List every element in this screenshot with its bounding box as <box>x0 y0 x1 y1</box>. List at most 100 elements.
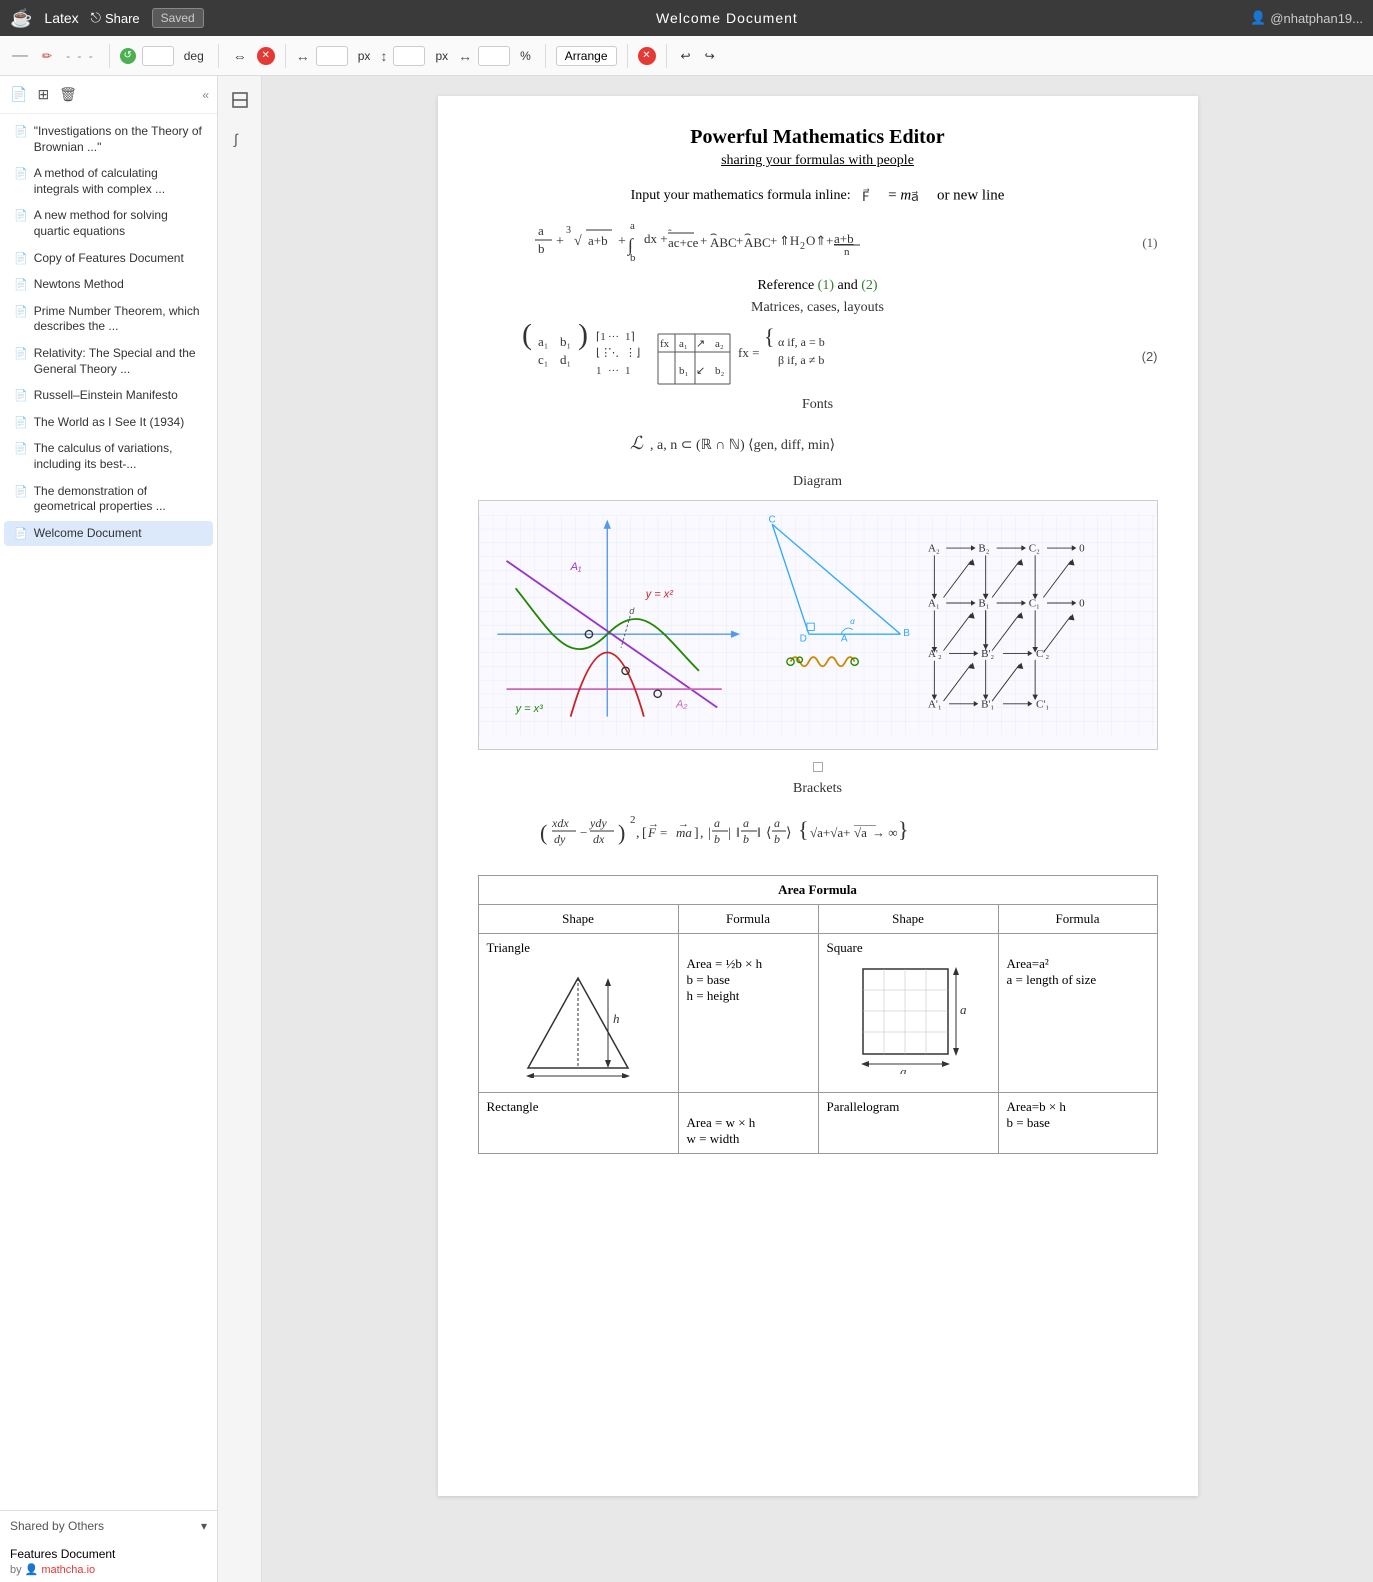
sidebar-item-welcome[interactable]: 📄 Welcome Document <box>4 521 213 547</box>
matrices-row: ( a₁ b₁ c₁ d₁ ) ⌈1 ··· 1⌉ ⌊⋮ ⋱ <box>478 324 1158 389</box>
resize-handle[interactable] <box>813 762 823 772</box>
flip-h-tool[interactable]: ⇔ <box>229 46 251 66</box>
cell-parallelogram-formula: Area=b × hb = base <box>998 1093 1157 1154</box>
angle-unit: deg <box>180 47 208 65</box>
svg-text:b: b <box>538 241 545 256</box>
cell-triangle-formula: Area = ½b × hb = baseh = height <box>678 934 818 1093</box>
angle-icon: ↺ <box>120 48 136 64</box>
matrices-label: Matrices, cases, layouts <box>478 300 1158 316</box>
doc-icon: 📄 <box>14 278 28 291</box>
svg-text:ABC: ABC <box>744 235 771 250</box>
width-unit: px <box>354 47 375 65</box>
sidebar-item-world[interactable]: 📄 The World as I See It (1934) <box>4 410 213 436</box>
cell-square-formula: Area=a²a = length of size <box>998 934 1157 1093</box>
table-row-2: Rectangle Area = w × hw = width Parallel… <box>478 1093 1157 1154</box>
svg-text:dx: dx <box>593 832 605 846</box>
sidebar-list: 📄 "Investigations on the Theory of Brown… <box>0 114 217 1510</box>
matrices-svg: ( a₁ b₁ c₁ d₁ ) ⌈1 ··· 1⌉ ⌊⋮ ⋱ <box>520 324 1100 389</box>
insert-text-icon <box>230 90 250 110</box>
svg-text:a⃗: a⃗ <box>911 189 919 204</box>
svg-text:···: ··· <box>608 365 619 377</box>
redo-button[interactable]: ↪ <box>701 47 719 65</box>
sidebar-item-quartic[interactable]: 📄 A new method for solving quartic equat… <box>4 203 213 244</box>
sidebar-item-prime[interactable]: 📄 Prime Number Theorem, which describes … <box>4 299 213 340</box>
flip-h-icon: ⇔ <box>233 48 247 64</box>
svg-text:a: a <box>630 220 635 232</box>
angle-input[interactable]: 0 <box>142 46 174 66</box>
sidebar-item-brownian[interactable]: 📄 "Investigations on the Theory of Brown… <box>4 119 213 160</box>
dash-line-tool[interactable]: - - - <box>62 47 99 65</box>
share-icon: ⎋ <box>91 10 101 26</box>
topbar: ☕ Latex ⎋ Share Saved Welcome Document 👤… <box>0 0 1373 36</box>
formula-num-2: (2) <box>1142 349 1158 364</box>
pen-tool[interactable]: ✏ <box>38 47 56 65</box>
delete-icon[interactable]: ✕ <box>638 47 656 65</box>
svg-text:+: + <box>700 233 707 248</box>
svg-text:0: 0 <box>1079 598 1085 610</box>
svg-text:a+b: a+b <box>834 231 854 246</box>
cell-rectangle-formula: Area = w × hw = width <box>678 1093 818 1154</box>
shared-item-features[interactable]: Features Document by 👤 mathcha.io <box>0 1541 217 1582</box>
square-diagram: a a <box>827 964 990 1078</box>
height-unit: px <box>431 47 452 65</box>
shared-section-header[interactable]: Shared by Others ▾ <box>0 1511 217 1541</box>
svg-text:ℒ: ℒ <box>630 433 644 453</box>
svg-text:(: ( <box>540 820 547 845</box>
cross-icon[interactable]: ✕ <box>257 47 275 65</box>
svg-text:A₁: A₁ <box>569 561 581 573</box>
ref-row: Reference (1) and (2) <box>478 278 1158 294</box>
opacity-input[interactable]: 0 <box>478 46 510 66</box>
svg-text:√: √ <box>574 234 582 249</box>
width-input[interactable]: 6 <box>316 46 348 66</box>
editor-canvas[interactable]: Powerful Mathematics Editor sharing your… <box>262 76 1373 1582</box>
svg-text:⟨: ⟨ <box>766 826 771 841</box>
svg-text:→ ∞: → ∞ <box>872 825 898 840</box>
svg-text:b₂: b₂ <box>715 365 725 377</box>
svg-text:1⌉: 1⌉ <box>625 331 635 343</box>
share-button[interactable]: ⎋ Share <box>91 10 140 26</box>
sidebar-item-newtons[interactable]: 📄 Newtons Method <box>4 272 213 298</box>
user-menu[interactable]: 👤 @nhatphan19... <box>1250 10 1363 26</box>
sidebar-collapse-button[interactable]: « <box>202 88 209 102</box>
svg-text:+: + <box>556 234 564 249</box>
sidebar-item-calculus[interactable]: 📄 The calculus of variations, including … <box>4 436 213 477</box>
diagram-svg: A₁ A₂ y = x² y = x³ <box>479 501 1157 749</box>
svg-text:a: a <box>774 816 780 830</box>
doc-icon: 📄 <box>14 252 28 265</box>
sidebar-item-features-copy[interactable]: 📄 Copy of Features Document <box>4 246 213 272</box>
svg-text:D: D <box>799 633 806 644</box>
arrange-button[interactable]: Arrange <box>556 46 617 66</box>
text-insert-tool[interactable] <box>224 84 256 116</box>
line-tool[interactable]: — <box>8 45 32 67</box>
svg-text:C: C <box>768 514 775 525</box>
svg-text:⇑H: ⇑H <box>779 233 799 248</box>
sidebar-item-relativity[interactable]: 📄 Relativity: The Special and the Genera… <box>4 341 213 382</box>
svg-text:B₁: B₁ <box>978 598 989 610</box>
svg-text:B: B <box>903 628 910 639</box>
undo-button[interactable]: ↩ <box>677 47 695 65</box>
col-formula2: Formula <box>998 905 1157 934</box>
sidebar-grid-icon[interactable]: ⊞ <box>35 84 51 105</box>
sidebar-doc-icon[interactable]: 📄 <box>8 84 29 105</box>
height-input[interactable]: 6 <box>393 46 425 66</box>
inline-formula-row: Input your mathematics formula inline: F… <box>478 185 1158 207</box>
sep4 <box>545 44 546 68</box>
svg-text:3: 3 <box>566 225 571 236</box>
formula-1-svg: a b + 3 √ a+b + ∫ <box>530 215 1090 270</box>
svg-text:+: + <box>618 234 626 249</box>
sidebar-bottom: Shared by Others ▾ Features Document by … <box>0 1510 217 1582</box>
svg-text:]: ] <box>694 826 699 841</box>
svg-text:ma: ma <box>676 825 692 840</box>
sidebar-item-geometrical[interactable]: 📄 The demonstration of geometrical prope… <box>4 479 213 520</box>
formula-insert-tool[interactable]: ∫ <box>224 122 256 154</box>
sep1 <box>109 44 110 68</box>
svg-text:⌈1: ⌈1 <box>596 331 606 343</box>
sidebar-trash-icon[interactable]: 🗑 <box>57 84 79 105</box>
svg-text:d₁: d₁ <box>560 352 571 367</box>
pen-icon: ✏ <box>42 49 52 63</box>
sidebar-item-russell[interactable]: 📄 Russell–Einstein Manifesto <box>4 383 213 409</box>
ref-2: (2) <box>861 278 877 293</box>
sidebar-item-integrals[interactable]: 📄 A method of calculating integrals with… <box>4 161 213 202</box>
svg-text:ABC: ABC <box>710 235 737 250</box>
svg-text:+: + <box>736 233 743 248</box>
